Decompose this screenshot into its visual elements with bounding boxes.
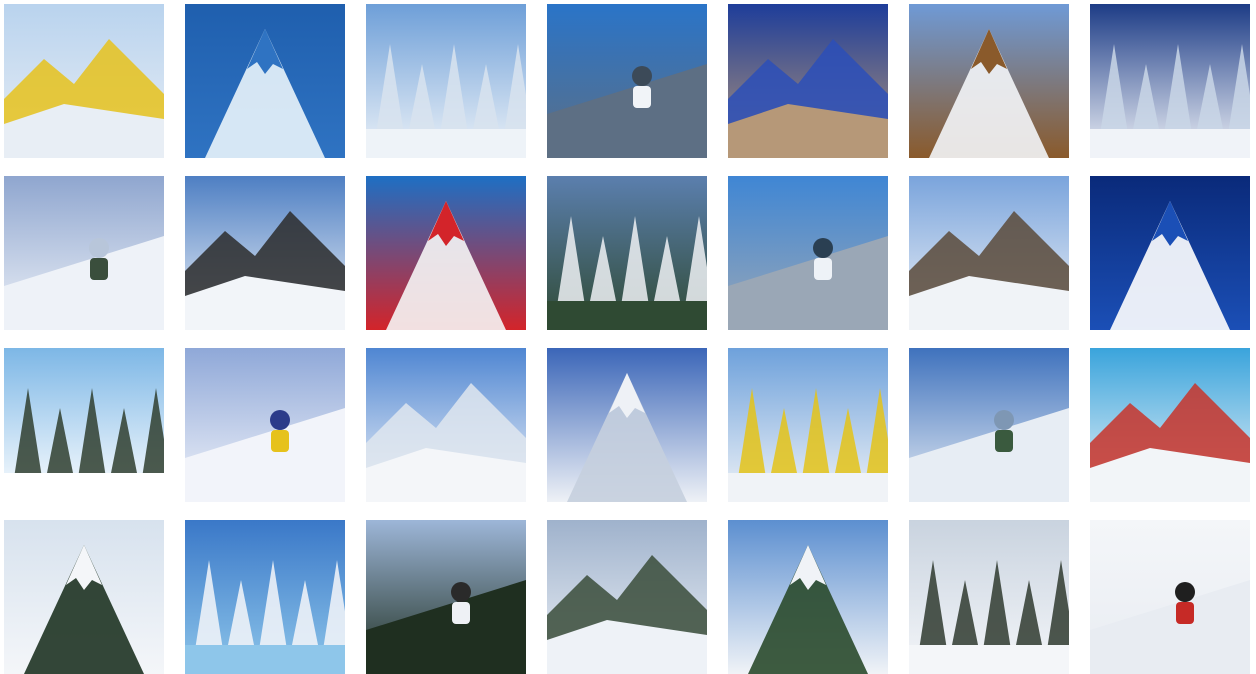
photo-sun-over-mountains[interactable] bbox=[1090, 176, 1250, 330]
snowboarder-red-jacket-image bbox=[366, 176, 526, 330]
mountain-restaurant-terrace-image bbox=[547, 520, 707, 674]
ski-slope-hilltop-image bbox=[547, 348, 707, 502]
photo-snow-covered-pines[interactable] bbox=[366, 4, 526, 158]
photo-valley-forest-view[interactable] bbox=[547, 176, 707, 330]
photo-matterhorn-misty[interactable] bbox=[4, 176, 164, 330]
skier-red-jacket-image bbox=[1090, 520, 1250, 674]
photo-snowy-pine-hillside[interactable] bbox=[4, 520, 164, 674]
photo-rocky-alpine-ridge[interactable] bbox=[728, 4, 888, 158]
skier-trees-chalet-image bbox=[728, 520, 888, 674]
skier-snow-boulders-image bbox=[1090, 4, 1250, 158]
matterhorn-misty-image bbox=[4, 176, 164, 330]
sunlit-bridge-forest-image bbox=[4, 348, 164, 502]
skier-light-blue-jacket-image bbox=[185, 520, 345, 674]
photo-stone-lodge-matterhorn[interactable] bbox=[1090, 348, 1250, 502]
photo-snow-groomers-slope[interactable] bbox=[909, 520, 1069, 674]
valley-forest-view-image bbox=[547, 176, 707, 330]
snowy-pine-hillside-image bbox=[4, 520, 164, 674]
photo-yellow-inflatable-park[interactable] bbox=[728, 348, 888, 502]
sun-over-mountains-image bbox=[1090, 176, 1250, 330]
matterhorn-peak-image bbox=[547, 4, 707, 158]
photo-snowboarder-red-jacket[interactable] bbox=[366, 176, 526, 330]
rocky-alpine-ridge-image bbox=[728, 4, 888, 158]
photo-mountain-restaurant-terrace[interactable] bbox=[547, 520, 707, 674]
snowboarder-powder-yellow-image bbox=[185, 348, 345, 502]
photo-skier-light-blue-jacket[interactable] bbox=[185, 520, 345, 674]
photo-ski-tourers-ascent[interactable] bbox=[185, 176, 345, 330]
snow-groomers-slope-image bbox=[909, 520, 1069, 674]
frozen-lake-forest-image bbox=[909, 348, 1069, 502]
snowy-wooden-hut-image bbox=[909, 4, 1069, 158]
photo-snowboarder-in-forest[interactable] bbox=[366, 520, 526, 674]
snowy-chalets-trees-image bbox=[909, 176, 1069, 330]
photo-frozen-lake-forest[interactable] bbox=[909, 348, 1069, 502]
ski-village-snow-park-image bbox=[4, 4, 164, 158]
photo-skier-snow-boulders[interactable] bbox=[1090, 4, 1250, 158]
photo-snowboarder-powder-yellow[interactable] bbox=[185, 348, 345, 502]
snowboarder-powder-spray-image bbox=[366, 348, 526, 502]
melting-icicle-blue-sky-image bbox=[185, 4, 345, 158]
photo-sunlit-bridge-forest[interactable] bbox=[4, 348, 164, 502]
snow-covered-pines-image bbox=[366, 4, 526, 158]
photo-skier-red-jacket[interactable] bbox=[1090, 520, 1250, 674]
photo-ski-village-snow-park[interactable] bbox=[4, 4, 164, 158]
photo-gallery-grid bbox=[0, 0, 1256, 674]
photo-skier-trees-chalet[interactable] bbox=[728, 520, 888, 674]
photo-chairlift-station[interactable] bbox=[728, 176, 888, 330]
photo-snowy-chalets-trees[interactable] bbox=[909, 176, 1069, 330]
photo-snowy-wooden-hut[interactable] bbox=[909, 4, 1069, 158]
snowboarder-in-forest-image bbox=[366, 520, 526, 674]
yellow-inflatable-park-image bbox=[728, 348, 888, 502]
stone-lodge-matterhorn-image bbox=[1090, 348, 1250, 502]
ski-tourers-ascent-image bbox=[185, 176, 345, 330]
photo-matterhorn-peak[interactable] bbox=[547, 4, 707, 158]
chairlift-station-image bbox=[728, 176, 888, 330]
photo-melting-icicle-blue-sky[interactable] bbox=[185, 4, 345, 158]
photo-ski-slope-hilltop[interactable] bbox=[547, 348, 707, 502]
photo-snowboarder-powder-spray[interactable] bbox=[366, 348, 526, 502]
